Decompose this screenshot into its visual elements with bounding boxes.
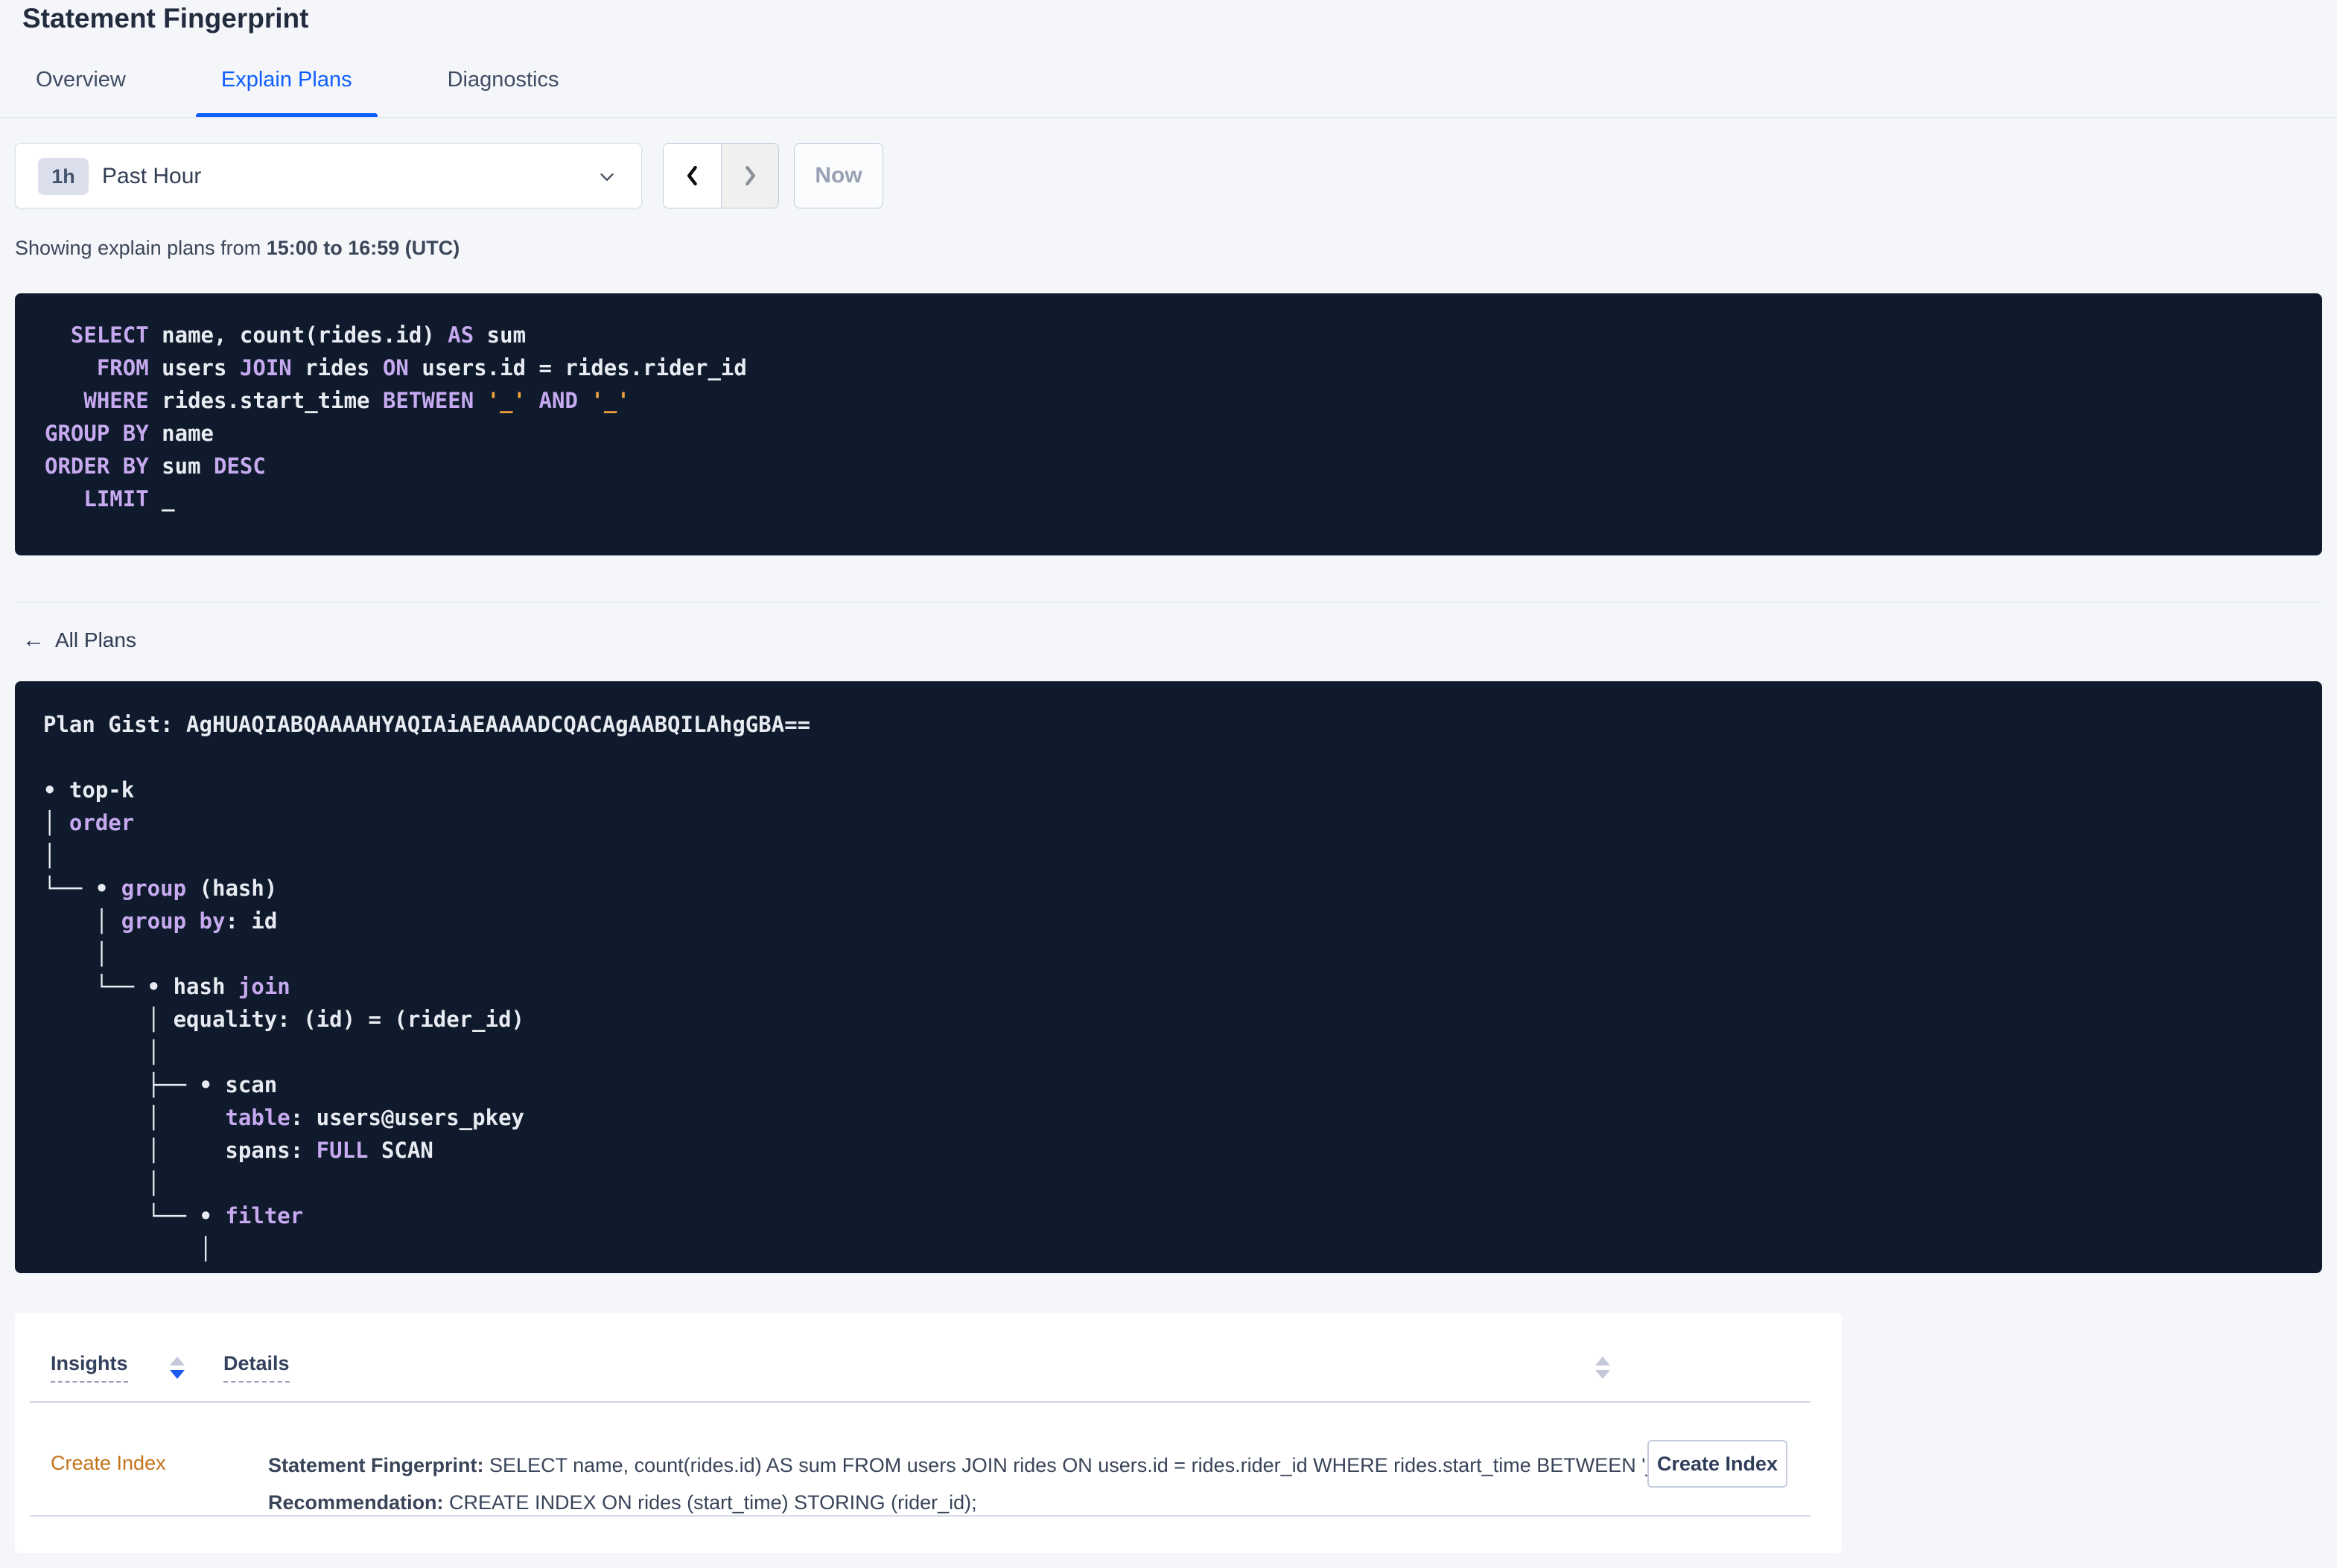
back-link-label: All Plans <box>55 628 136 651</box>
tab-bar: Overview Explain Plans Diagnostics <box>36 67 559 118</box>
code-line: FROM users JOIN rides ON users.id = ride… <box>96 355 747 380</box>
code-line: │ table: users@users_pkey <box>43 1105 525 1130</box>
time-range-select[interactable]: 1h Past Hour <box>15 143 642 208</box>
table-header-separator <box>30 1401 1810 1403</box>
time-range-label: Past Hour <box>102 164 202 188</box>
sql-statement-block: SELECT name, count(rides.id) AS sum FROM… <box>15 293 2322 555</box>
sort-icon-details[interactable] <box>1595 1357 1610 1379</box>
showing-range-text: Showing explain plans from 15:00 to 16:5… <box>15 237 460 260</box>
column-header-insights[interactable]: Insights <box>51 1352 128 1383</box>
code-line: • top-k <box>43 777 135 803</box>
now-button[interactable]: Now <box>794 143 883 208</box>
code-line: WHERE rides.start_time BETWEEN '_' AND '… <box>83 388 630 413</box>
code-line: Plan Gist: AgHUAQIABQAAAAHYAQIAiAEAAAADC… <box>43 712 811 737</box>
plan-gist-block: Plan Gist: AgHUAQIABQAAAAHYAQIAiAEAAAADC… <box>15 681 2322 1273</box>
insight-type-link[interactable]: Create Index <box>51 1452 166 1475</box>
showing-range-value: 15:00 to 16:59 (UTC) <box>266 237 460 259</box>
sql-statement-code: SELECT name, count(rides.id) AS sum FROM… <box>15 293 2322 515</box>
column-header-insights-label: Insights <box>51 1352 128 1383</box>
code-line: │ <box>43 941 109 966</box>
tab-bar-divider <box>0 117 2337 118</box>
chevron-left-icon <box>687 165 697 186</box>
tab-diagnostics[interactable]: Diagnostics <box>448 67 559 92</box>
code-line: │ spans: FULL SCAN <box>43 1138 433 1163</box>
code-line: └── • group (hash) <box>43 876 278 901</box>
column-header-details-label: Details <box>223 1352 290 1383</box>
code-line: ORDER BY sum DESC <box>45 453 266 479</box>
next-time-button[interactable] <box>721 144 778 208</box>
recommendation-detail: Recommendation: CREATE INDEX ON rides (s… <box>223 1468 977 1537</box>
insights-table-card: Insights Details Create Index Statement … <box>15 1313 1842 1553</box>
sort-down-triangle <box>170 1370 185 1379</box>
chevron-down-icon <box>600 173 614 182</box>
code-line: │ <box>43 843 57 868</box>
table-row-separator <box>30 1515 1810 1517</box>
sort-down-triangle <box>1595 1370 1610 1379</box>
code-line: ├── • scan <box>43 1072 278 1097</box>
sort-icon-insights[interactable] <box>170 1357 185 1379</box>
recommendation-label: Recommendation: <box>268 1491 444 1514</box>
code-line: │ <box>43 1039 161 1065</box>
tab-overview[interactable]: Overview <box>36 67 126 92</box>
time-nav-buttons <box>663 143 779 208</box>
plan-gist-code: Plan Gist: AgHUAQIABQAAAAHYAQIAiAEAAAADC… <box>15 681 2322 1265</box>
code-line: GROUP BY name <box>45 421 214 446</box>
showing-range-prefix: Showing explain plans from <box>15 237 267 259</box>
code-line: │ equality: (id) = (rider_id) <box>43 1007 525 1032</box>
statement-fingerprint-page: Statement Fingerprint Overview Explain P… <box>0 0 2337 1568</box>
code-line: │ order <box>43 810 135 835</box>
time-range-badge: 1h <box>38 158 89 195</box>
all-plans-back-link[interactable]: ← All Plans <box>22 628 136 652</box>
code-line: SELECT name, count(rides.id) AS sum <box>70 322 527 348</box>
sort-up-triangle <box>1595 1357 1610 1365</box>
create-index-button[interactable]: Create Index <box>1647 1440 1787 1488</box>
code-line: └── • hash join <box>43 974 290 999</box>
code-line: │ <box>43 1170 161 1196</box>
code-line: LIMIT _ <box>83 486 175 511</box>
code-line: │ group by: id <box>43 908 278 934</box>
back-arrow-icon: ← <box>22 628 45 652</box>
code-line: │ <box>43 1236 212 1261</box>
recommendation-value: CREATE INDEX ON rides (start_time) STORI… <box>443 1491 977 1514</box>
sort-up-triangle <box>170 1357 185 1365</box>
prev-time-button[interactable] <box>664 144 721 208</box>
chevron-right-icon <box>745 165 756 186</box>
code-line: └── • filter <box>43 1203 304 1228</box>
section-divider <box>15 602 2322 603</box>
tab-explain-plans[interactable]: Explain Plans <box>195 67 378 118</box>
page-title: Statement Fingerprint <box>22 3 309 34</box>
column-header-details[interactable]: Details <box>223 1352 290 1383</box>
